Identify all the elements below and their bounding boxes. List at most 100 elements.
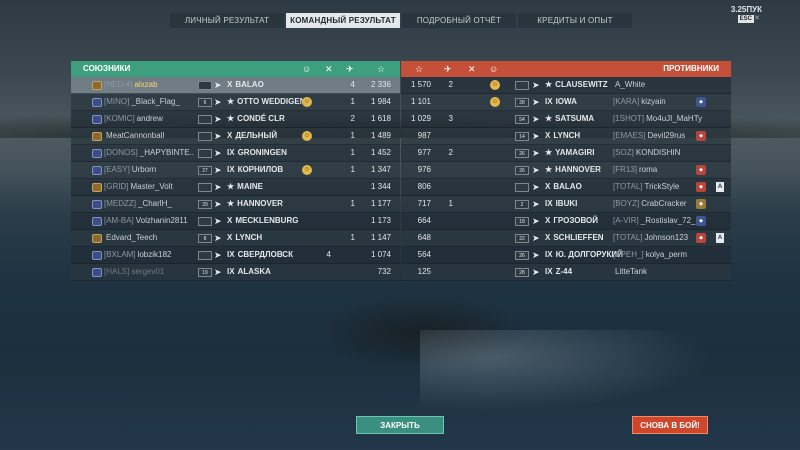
ship-class-icon: ➤	[214, 114, 222, 124]
ally-player-row[interactable]: [DONOS] _HAPYBINTE.. ➤ IX GRONINGEN 1 1 452	[71, 145, 400, 162]
ship-name-cell: X ГРОЗОВОЙ	[545, 213, 598, 229]
ship-class-icon: ➤	[214, 80, 222, 90]
ship-class-icon: ➤	[532, 216, 540, 226]
enemy-player-row[interactable]: 987 14 ➤ X LYNCH [EMAES] Devil29rus ◆	[401, 128, 731, 145]
battle-again-button[interactable]: СНОВА В БОЙ!	[632, 416, 708, 434]
ally-player-row[interactable]: [NED-4] alxzab ➤ X BALAO 4 2 336	[71, 77, 400, 94]
player-name: LitteTank	[615, 267, 648, 276]
plane-icon: ✈	[444, 64, 452, 74]
ship-class-icon: ➤	[532, 199, 540, 209]
ally-player-row[interactable]: [MEDZZ] _CharlH_ 29 ➤ ★ HANNOVER 1 1 177	[71, 196, 400, 213]
enemy-player-row[interactable]: 1 101 ☺ 28 ➤ IX IOWA [KARA] kizyain ◆	[401, 94, 731, 111]
ship-tier: IX	[227, 165, 235, 174]
enemy-player-row[interactable]: 564 26 ➤ IX Ю. ДОЛГОРУКИЙ [KPEH_] kolya_perm	[401, 247, 731, 264]
ship-class-icon: ➤	[214, 233, 222, 243]
close-icon[interactable]: ✕	[754, 14, 760, 22]
enemy-player-row[interactable]: 806 ➤ X BALAO [TOTAL] TrickStyle ◆ A	[401, 179, 731, 196]
enemy-player-row[interactable]: 648 22 ➤ X SCHLIEFFEN [TOTAL] Johnson123 ◆ A	[401, 230, 731, 247]
ship-tier: IX	[227, 250, 235, 259]
ally-player-row[interactable]: [MINO] _Black_Flag_ 6 ➤ ★ OTTO WEDDIGEN ☺ 1 1 98…	[71, 94, 400, 111]
ship-tier: ★	[227, 114, 235, 123]
version-label: 3.25ПУК	[730, 5, 762, 14]
close-button[interactable]: ЗАКРЫТЬ	[356, 416, 444, 434]
rank-badge: 29	[198, 200, 212, 209]
player-name-cell: A_White	[613, 77, 645, 93]
player-name-cell: [MEDZZ] _CharlH_	[104, 196, 172, 212]
player-name: Mo4uJI_MaHTy	[646, 114, 703, 123]
ship-class-icon: ➤	[214, 131, 222, 141]
score: 717	[417, 199, 431, 208]
ship-name-cell: X BALAO	[545, 179, 582, 195]
score: 1 344	[370, 182, 391, 191]
enemy-player-row[interactable]: 976 26 ➤ ★ HANNOVER [FR13] roma ◆	[401, 162, 731, 179]
ally-player-row[interactable]: MeatCannonball ➤ X ДЕЛЬНЫЙ ☺ 1 1 489	[71, 128, 400, 145]
ship-name: BALAO	[553, 182, 582, 191]
rank-badge	[515, 81, 529, 90]
stat-col1: 2	[448, 80, 453, 89]
clan-icon	[92, 268, 102, 277]
rank-badge: 19	[198, 268, 212, 277]
ship-name: HANNOVER	[555, 165, 601, 174]
ship-class-icon: ➤	[214, 182, 222, 192]
enemy-player-row[interactable]: 977 2 26 ➤ ★ YAMAGIRI [SOZ] KONDISHIN	[401, 145, 731, 162]
player-name: Master_Volt	[130, 182, 173, 191]
player-name-cell: LitteTank	[613, 264, 647, 280]
enemy-player-row[interactable]: 125 28 ➤ IX Z-44 LitteTank	[401, 264, 731, 281]
ally-player-row[interactable]: [BXLAM] lobzik182 ➤ IX СВЕРДЛОВСК 4 1 074	[71, 247, 400, 264]
ship-name-cell: IX ALASKA	[227, 264, 271, 280]
ship-name: LYNCH	[553, 131, 581, 140]
player-name: lobzik182	[137, 250, 172, 259]
ally-player-row[interactable]: [KOMIC] andrew ➤ ★ CONDÉ CLR 2 1 618	[71, 111, 400, 128]
enemy-player-row[interactable]: 1 029 3 54 ➤ ★ SATSUMA [1SHOT] Mo4uJI_MaHTy	[401, 111, 731, 128]
rank-badge: 22	[515, 234, 529, 243]
ship-tier: IX	[227, 267, 235, 276]
ship-name: ALASKA	[237, 267, 271, 276]
clan-icon	[92, 234, 102, 243]
ship-name-cell: X LYNCH	[227, 230, 262, 246]
ship-tier: IX	[545, 250, 553, 259]
rank-badge	[198, 81, 212, 90]
player-name: Volzhanin2811	[135, 216, 188, 225]
enemy-player-row[interactable]: 664 18 ➤ X ГРОЗОВОЙ [A-VIR] _Rostislav_72_ ◆	[401, 213, 731, 230]
ship-class-icon: ➤	[214, 199, 222, 209]
player-name-cell: [TOTAL] Johnson123	[613, 230, 688, 246]
ally-player-row[interactable]: Edvard_Teech 8 ➤ X LYNCH 1 1 147	[71, 230, 400, 247]
smile-icon: ☺	[302, 97, 312, 107]
enemy-player-row[interactable]: 717 1 2 ➤ IX IBUKI [BOYZ] CrabCracker ◆	[401, 196, 731, 213]
tab-bar: ЛИЧНЫЙ РЕЗУЛЬТАТ КОМАНДНЫЙ РЕЗУЛЬТАТ ПОД…	[170, 13, 634, 28]
tab-team-result[interactable]: КОМАНДНЫЙ РЕЗУЛЬТАТ	[286, 13, 400, 28]
kills-icon: ✕	[325, 64, 333, 74]
ship-class-icon: ➤	[214, 250, 222, 260]
esc-key-badge[interactable]: ESC	[737, 15, 754, 23]
tab-credits-exp[interactable]: КРЕДИТЫ И ОПЫТ	[518, 13, 632, 28]
ship-name-cell: ★ OTTO WEDDIGEN	[227, 94, 305, 110]
ship-name-cell: IX IBUKI	[545, 196, 577, 212]
score: 1 347	[370, 165, 391, 174]
ally-player-row[interactable]: [AM-BA] Volzhanin2811 ➤ X MECKLENBURG 1 173	[71, 213, 400, 230]
stat-col1: 4	[326, 250, 331, 259]
ally-player-row[interactable]: [EASY] Urborn 27 ➤ IX КОРНИЛОВ ☺ 1 1 347	[71, 162, 400, 179]
ally-player-row[interactable]: [GRID] Master_Volt ➤ ★ MAINE 1 344	[71, 179, 400, 196]
enemy-player-row[interactable]: 1 570 2 ☺ ➤ ★ CLAUSEWITZ A_White	[401, 77, 731, 94]
ship-tier: ★	[545, 165, 553, 174]
ship-name: MECKLENBURG	[235, 216, 299, 225]
ship-name: КОРНИЛОВ	[237, 165, 284, 174]
clan-icon	[92, 166, 102, 175]
smile-icon: ☺	[489, 64, 499, 74]
rank-badge: 2	[515, 200, 529, 209]
ship-class-icon: ➤	[214, 165, 222, 175]
ship-class-icon: ➤	[532, 182, 540, 192]
ship-name-cell: IX GRONINGEN	[227, 145, 287, 161]
star-icon: ☆	[377, 64, 386, 74]
clan-icon	[92, 115, 102, 124]
player-name: _CharlH_	[138, 199, 172, 208]
ally-player-row[interactable]: [HALS] sergev01 19 ➤ IX ALASKA 732	[71, 264, 400, 281]
player-name-cell: [KPEH_] kolya_perm	[613, 247, 687, 263]
ship-name-cell: ★ SATSUMA	[545, 111, 594, 127]
tab-detailed-report[interactable]: ПОДРОБНЫЙ ОТЧЁТ	[402, 13, 516, 28]
enemies-title: ПРОТИВНИКИ	[663, 64, 719, 73]
tab-personal-result[interactable]: ЛИЧНЫЙ РЕЗУЛЬТАТ	[170, 13, 284, 28]
clan-icon	[92, 149, 102, 158]
clan-emblem-icon: ◆	[696, 131, 706, 141]
enemies-panel: ☆ ✈ ✕ ☺ ПРОТИВНИКИ 1 570 2 ☺ ➤ ★ CLAUSEWITZ A_…	[401, 61, 731, 281]
